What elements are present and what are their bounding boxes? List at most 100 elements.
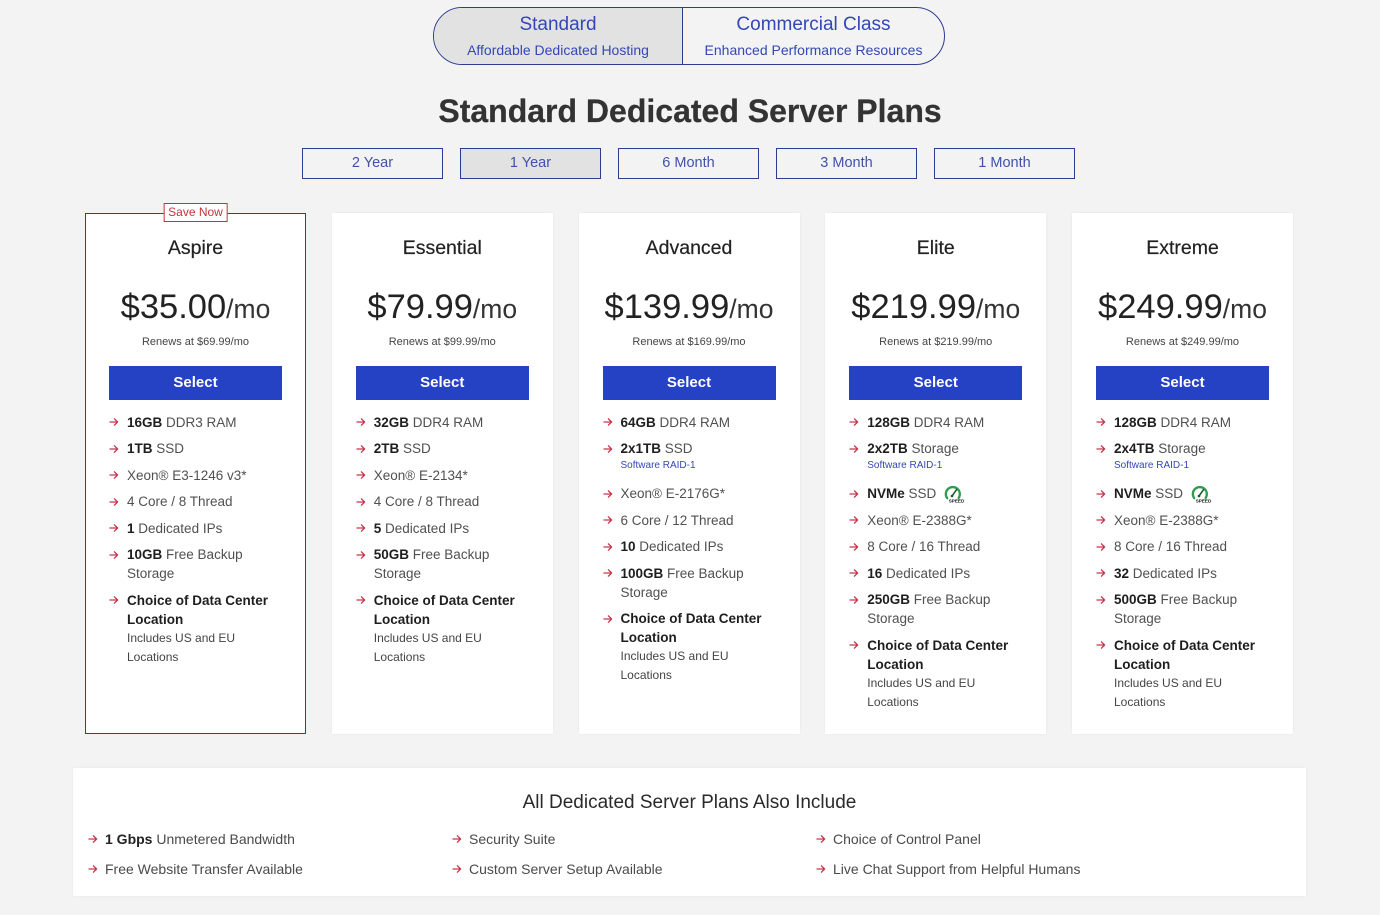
feature-item: 4 Core / 8 Thread: [109, 492, 279, 511]
plan-name: Aspire: [167, 237, 224, 259]
feature-highlight: 2x2TB: [867, 441, 908, 456]
arrow-right-icon: [816, 829, 826, 849]
feature-highlight: 250GB: [867, 592, 911, 607]
feature-highlight: Choice of Data Center Location: [620, 611, 762, 645]
feature-line: 2x2TB Storage: [867, 439, 1019, 458]
tab-1-year[interactable]: 1 Year: [460, 148, 601, 179]
feature-item: 128GB DDR4 RAM: [849, 413, 1019, 432]
feature-line: 16GB DDR3 RAM: [127, 413, 279, 432]
feature-line: Choice of Data Center Location: [1114, 636, 1266, 674]
feature-highlight: NVMe: [1114, 486, 1152, 501]
select-button-extreme[interactable]: Select: [1096, 366, 1269, 400]
feature-body: 1 Dedicated IPs: [127, 519, 279, 538]
feature-text: 6 Core / 12 Thread: [620, 512, 734, 528]
inclusion-item: Live Chat Support from Helpful Humans: [816, 859, 1180, 879]
plan-name: Extreme: [1146, 237, 1219, 259]
arrow-right-icon: [1096, 439, 1106, 458]
feature-line: 5 Dedicated IPs: [374, 519, 526, 538]
feature-line: Choice of Data Center Location: [127, 591, 279, 629]
feature-text: Xeon® E-2134*: [373, 467, 468, 483]
feature-line: 32 Dedicated IPs: [1114, 564, 1266, 583]
feature-line: Xeon® E-2134*: [374, 466, 526, 485]
arrow-right-icon: [356, 545, 366, 564]
feature-item: Xeon® E3-1246 v3*: [109, 466, 279, 485]
price-period: /mo: [976, 294, 1021, 324]
inclusion-text: Security Suite: [469, 829, 816, 849]
feature-item: 64GB DDR4 RAM: [602, 413, 773, 432]
select-button-aspire[interactable]: Select: [109, 366, 282, 400]
feature-item: 50GB Free Backup Storage: [356, 545, 526, 583]
feature-body: 250GB Free Backup Storage: [867, 590, 1019, 628]
plan-cards: Save Now Aspire $35.00/mo Renews at $69.99/…: [85, 203, 1293, 734]
plan-name: Elite: [916, 237, 955, 259]
feature-note: Software RAID-1: [867, 460, 943, 471]
arrow-right-icon: [602, 439, 613, 458]
select-button-essential[interactable]: Select: [355, 366, 529, 400]
arrow-right-icon: [1096, 636, 1106, 655]
select-button-elite[interactable]: Select: [849, 366, 1023, 400]
tab-3-month[interactable]: 3 Month: [776, 148, 917, 179]
hosting-option-commercial-class[interactable]: Commercial Class Enhanced Performance Res…: [683, 8, 944, 64]
feature-text: SSD: [156, 441, 185, 456]
feature-list: 16GB DDR3 RAM 1TB SSD Xeon® E3-1246 v3* 4 C…: [109, 413, 282, 667]
feature-item: 16GB DDR3 RAM: [109, 413, 279, 432]
feature-item: 100GB Free Backup Storage: [602, 564, 773, 602]
inclusion-text: Custom Server Setup Available: [469, 859, 816, 879]
feature-body: Xeon® E-2388G*: [867, 511, 1019, 530]
feature-item: Choice of Data Center Location Includes U…: [602, 609, 773, 685]
feature-text: Xeon® E-2388G*: [1114, 512, 1219, 528]
arrow-right-icon: [109, 545, 119, 564]
arrow-right-icon: [849, 511, 859, 530]
feature-line: 6 Core / 12 Thread: [621, 511, 773, 530]
arrow-right-icon: [109, 466, 119, 485]
hosting-option-standard[interactable]: Standard Affordable Dedicated Hosting: [434, 8, 683, 64]
speed-gauge-icon: SPEED: [1188, 484, 1212, 504]
feature-line: 32GB DDR4 RAM: [374, 413, 526, 432]
feature-highlight: 2x4TB: [1114, 441, 1155, 456]
select-button-advanced[interactable]: Select: [602, 366, 776, 400]
feature-highlight: 10GB: [127, 547, 163, 562]
inclusion-item: Choice of Control Panel: [816, 829, 1180, 849]
hosting-option-subtitle: Enhanced Performance Resources: [704, 42, 923, 58]
price-amount: $35.00: [120, 288, 227, 326]
feature-item: 128GB DDR4 RAM: [1096, 413, 1266, 432]
plan-card-essential: Essential $79.99/mo Renews at $99.99/mo Sel…: [331, 213, 553, 734]
feature-note: Software RAID-1: [620, 460, 696, 471]
feature-item: 2x4TB Storage Software RAID-1: [1096, 439, 1266, 477]
tab-1-month[interactable]: 1 Month: [934, 148, 1075, 179]
feature-line: 10GB Free Backup Storage: [127, 545, 279, 583]
price-period: /mo: [1222, 294, 1267, 324]
plan-inclusions: All Dedicated Server Plans Also Include …: [73, 768, 1306, 896]
tab-6-month[interactable]: 6 Month: [618, 148, 759, 179]
feature-highlight: Choice of Data Center Location: [127, 592, 269, 627]
renewal-price: Renews at $249.99/mo: [1125, 336, 1240, 348]
arrow-right-icon: [356, 466, 366, 485]
feature-item: 4 Core / 8 Thread: [356, 492, 526, 511]
inclusion-text: Live Chat Support from Helpful Humans: [833, 859, 1180, 879]
feature-line: 10 Dedicated IPs: [621, 537, 773, 556]
feature-body: 5 Dedicated IPs: [374, 519, 526, 538]
feature-text: Storage: [1158, 441, 1206, 456]
feature-item: NVMe SSD SPEED: [1096, 484, 1266, 504]
feature-line: Choice of Data Center Location: [621, 609, 773, 647]
feature-highlight: 10: [620, 539, 636, 554]
feature-line: 4 Core / 8 Thread: [374, 492, 526, 511]
feature-line: Xeon® E3-1246 v3*: [127, 466, 279, 485]
feature-text: SSD: [403, 441, 431, 456]
renewal-price: Renews at $169.99/mo: [632, 336, 746, 348]
tab-2-year[interactable]: 2 Year: [302, 148, 443, 179]
feature-body: 100GB Free Backup Storage: [621, 564, 773, 602]
feature-highlight: 1: [127, 520, 135, 536]
feature-line: 8 Core / 16 Thread: [867, 537, 1019, 556]
arrow-right-icon: [816, 859, 826, 879]
plan-name: Advanced: [645, 237, 733, 259]
feature-item: 10 Dedicated IPs: [602, 537, 773, 556]
feature-body: Xeon® E-2134*: [374, 466, 526, 485]
feature-highlight: 100GB: [620, 565, 664, 581]
feature-text: Storage: [911, 441, 959, 456]
feature-line: 128GB DDR4 RAM: [867, 413, 1019, 432]
arrow-right-icon: [1096, 484, 1106, 503]
speed-gauge-icon: SPEED: [941, 484, 965, 504]
feature-highlight: 500GB: [1114, 592, 1157, 607]
inclusion-text: Free Website Transfer Available: [105, 859, 452, 879]
